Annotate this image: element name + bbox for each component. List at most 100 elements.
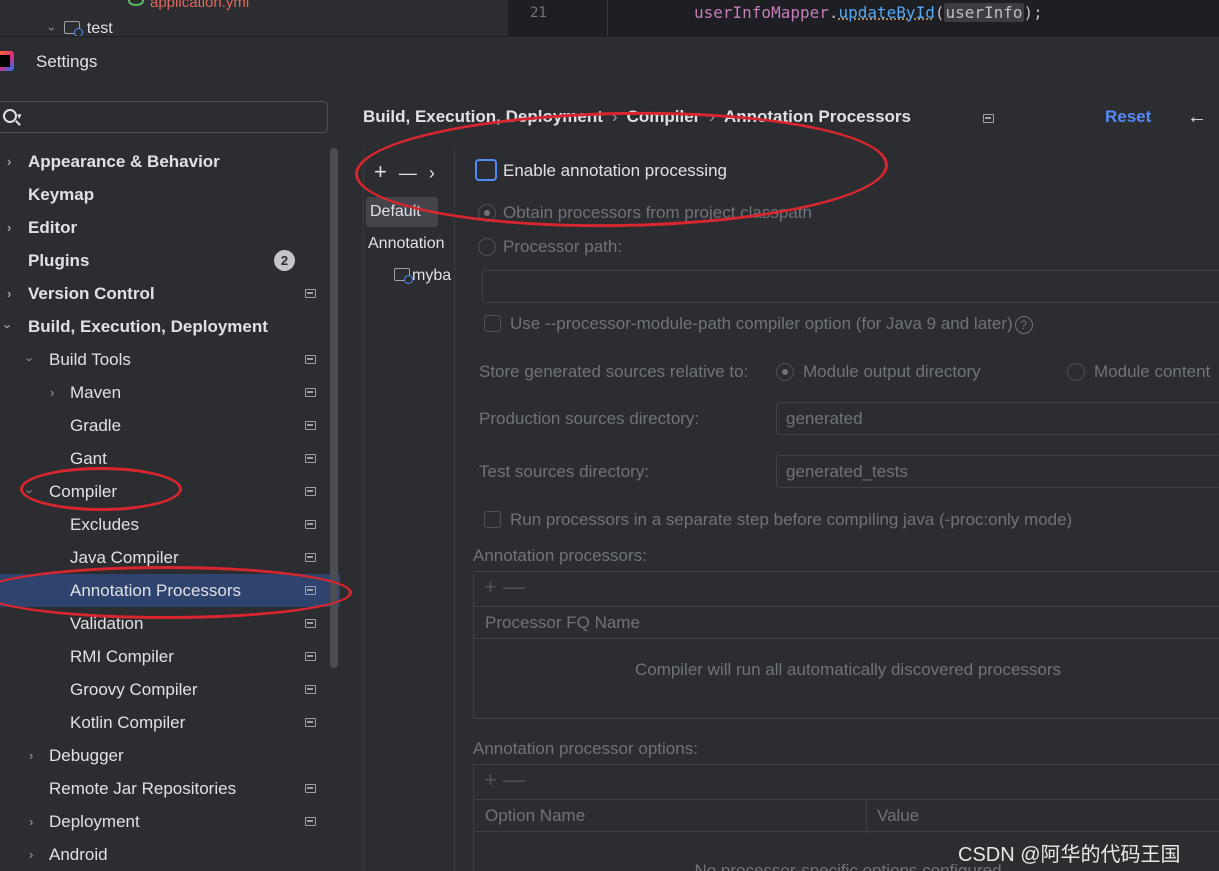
- nav-scrollbar[interactable]: [330, 148, 338, 668]
- code-close: );: [1023, 3, 1043, 22]
- tree-folder-test[interactable]: › test: [45, 20, 113, 36]
- project-tree-fragment: application.yml › test: [0, 0, 508, 36]
- processors-table-header: Processor FQ Name: [474, 606, 1219, 639]
- breadcrumb-separator: ›: [709, 107, 715, 126]
- nav-remote-jar-repositories[interactable]: Remote Jar Repositories: [0, 772, 340, 805]
- nav-build-execution-deployment[interactable]: › Build, Execution, Deployment: [0, 310, 340, 343]
- separate-step-checkbox[interactable]: [484, 511, 501, 528]
- nav-gant[interactable]: Gant: [0, 442, 340, 475]
- nav-label: Keymap: [28, 185, 95, 204]
- test-dir-input[interactable]: generated_tests: [776, 455, 1219, 488]
- options-table-header: Option Name Value: [474, 799, 1219, 833]
- back-arrow-icon[interactable]: ←: [1187, 106, 1207, 129]
- remove-profile-button[interactable]: —: [399, 163, 417, 184]
- production-dir-value: generated: [786, 409, 863, 428]
- nav-version-control[interactable]: › Version Control: [0, 277, 340, 310]
- enable-annotation-processing-checkbox[interactable]: [475, 159, 497, 181]
- nav-annotation-processors[interactable]: Annotation Processors: [0, 574, 340, 607]
- nav-compiler[interactable]: › Compiler: [0, 475, 340, 508]
- nav-android[interactable]: › Android: [0, 838, 340, 871]
- chevron-down-icon: ›: [22, 357, 38, 362]
- nav-maven[interactable]: › Maven: [0, 376, 340, 409]
- obtain-processors-radio[interactable]: [478, 204, 496, 222]
- breadcrumb-separator: ›: [611, 107, 618, 126]
- nav-gradle[interactable]: Gradle: [0, 409, 340, 442]
- profile-annotation[interactable]: Annotation: [364, 229, 455, 259]
- store-generated-label: Store generated sources relative to:: [479, 362, 749, 381]
- module-content-label: Module content: [1094, 362, 1211, 381]
- options-table-toolbar[interactable]: + —: [484, 767, 525, 793]
- reset-link[interactable]: Reset: [1105, 107, 1151, 127]
- option-value-column[interactable]: Value: [877, 806, 919, 826]
- nav-kotlin-compiler[interactable]: Kotlin Compiler: [0, 706, 340, 739]
- project-level-icon: [305, 355, 316, 364]
- module-folder-icon: [394, 268, 413, 284]
- breadcrumb-compiler[interactable]: Compiler: [627, 107, 701, 126]
- enable-annotation-processing-label[interactable]: Enable annotation processing: [503, 161, 727, 181]
- code-line[interactable]: userInfoMapper.updateById(userInfo);: [694, 3, 1043, 22]
- chevron-right-icon: ›: [29, 748, 34, 763]
- add-profile-button[interactable]: +: [374, 159, 387, 185]
- nav-groovy-compiler[interactable]: Groovy Compiler: [0, 673, 340, 706]
- chevron-right-icon: ›: [7, 286, 12, 301]
- chevron-right-icon: ›: [7, 154, 12, 169]
- line-number: 21: [530, 5, 547, 21]
- processor-fq-name-column[interactable]: Processor FQ Name: [485, 613, 640, 633]
- nav-label: Excludes: [70, 515, 139, 534]
- chevron-right-icon: ›: [7, 220, 12, 235]
- project-level-icon: [305, 718, 316, 727]
- search-icon: [3, 109, 17, 123]
- settings-search-input[interactable]: ▾: [0, 101, 328, 133]
- option-name-column[interactable]: Option Name: [485, 806, 585, 826]
- nav-label: Deployment: [49, 812, 140, 831]
- profile-default[interactable]: Default: [366, 197, 438, 227]
- nav-debugger[interactable]: › Debugger: [0, 739, 340, 772]
- annotation-processors-table: + — Processor FQ Name Compiler will run …: [473, 571, 1219, 719]
- nav-excludes[interactable]: Excludes: [0, 508, 340, 541]
- nav-label: Maven: [70, 383, 122, 402]
- breadcrumb-annotation-processors: Annotation Processors: [723, 107, 911, 126]
- nav-label: Kotlin Compiler: [70, 713, 186, 732]
- nav-keymap[interactable]: Keymap: [0, 178, 340, 211]
- nav-rmi-compiler[interactable]: RMI Compiler: [0, 640, 340, 673]
- breadcrumb-build[interactable]: Build, Execution, Deployment: [363, 107, 603, 126]
- project-level-icon: [305, 586, 316, 595]
- project-level-icon: [305, 553, 316, 562]
- nav-build-tools[interactable]: › Build Tools: [0, 343, 340, 376]
- module-path-checkbox[interactable]: [484, 315, 501, 332]
- nav-deployment[interactable]: › Deployment: [0, 805, 340, 838]
- processor-path-input[interactable]: [482, 270, 1219, 303]
- settings-nav-tree: › Appearance & Behavior Keymap › Editor …: [0, 145, 340, 871]
- module-content-radio[interactable]: [1067, 363, 1085, 381]
- nav-validation[interactable]: Validation: [0, 607, 340, 640]
- processor-path-radio[interactable]: [478, 238, 496, 256]
- nav-plugins[interactable]: Plugins 2: [0, 244, 340, 277]
- chevron-down-icon: ›: [0, 324, 16, 329]
- processors-table-toolbar[interactable]: + —: [484, 574, 525, 600]
- move-profile-button[interactable]: ›: [429, 163, 435, 184]
- project-level-icon: [305, 388, 316, 397]
- nav-appearance-behavior[interactable]: › Appearance & Behavior: [0, 145, 340, 178]
- nav-label: Appearance & Behavior: [28, 152, 220, 171]
- settings-content-pane: Build, Execution, Deployment › Compiler › An…: [345, 86, 1219, 871]
- help-icon[interactable]: ?: [1014, 316, 1033, 334]
- intellij-logo-icon: [0, 51, 14, 71]
- yml-file-icon: [128, 0, 144, 6]
- processor-options-section-label: Annotation processor options:: [473, 739, 698, 758]
- module-output-radio[interactable]: [776, 363, 794, 381]
- nav-label: Remote Jar Repositories: [49, 779, 237, 798]
- nav-java-compiler[interactable]: Java Compiler: [0, 541, 340, 574]
- nav-editor[interactable]: › Editor: [0, 211, 340, 244]
- nav-label: Gant: [70, 449, 107, 468]
- processors-empty-text: Compiler will run all automatically disc…: [634, 660, 1062, 679]
- settings-title-bar: Settings: [0, 36, 1219, 86]
- yml-file-name[interactable]: application.yml: [150, 0, 249, 11]
- column-divider[interactable]: [866, 800, 867, 833]
- separate-step-label: Run processors in a separate step before…: [510, 510, 1073, 529]
- folder-icon: [64, 21, 84, 36]
- profile-module[interactable]: myba: [364, 261, 455, 291]
- production-dir-input[interactable]: generated: [776, 402, 1219, 435]
- module-output-label: Module output directory: [803, 362, 981, 381]
- nav-label: Build Tools: [49, 350, 131, 369]
- chevron-down-icon: ›: [45, 27, 59, 31]
